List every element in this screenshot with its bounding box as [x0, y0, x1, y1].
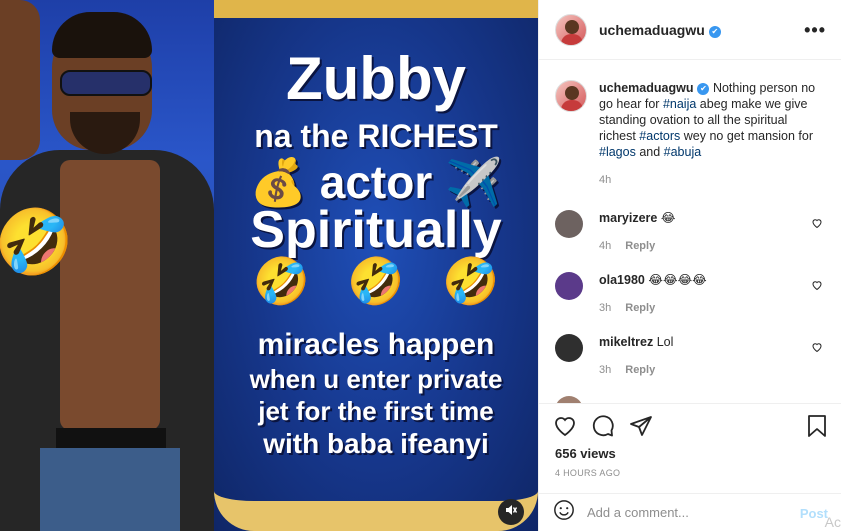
poster-line: Spiritually	[250, 201, 502, 259]
comment-body: ola1980 😂😂😂😂 3h Reply	[599, 272, 827, 316]
verified-badge-icon: ✔	[697, 83, 710, 95]
post-sidebar: uchemaduagwu ✔ ••• uchemaduagwu ✔ Nothing …	[538, 0, 841, 531]
username-text[interactable]: uchemaduagwu	[599, 22, 705, 38]
comment-time: 4h	[599, 240, 612, 252]
avatar[interactable]	[555, 13, 587, 46]
ad-overlay-text: Ac	[824, 514, 841, 530]
avatar[interactable]	[555, 80, 587, 112]
reply-button[interactable]: Reply	[625, 364, 655, 376]
avatar[interactable]	[555, 210, 583, 238]
rofl-emoji: 🤣	[252, 255, 310, 307]
post-header: uchemaduagwu ✔ •••	[539, 0, 841, 60]
rofl-emoji: 🤣	[0, 206, 74, 278]
comment-input[interactable]	[587, 505, 787, 520]
comment-icon[interactable]	[591, 414, 615, 443]
caption-body: uchemaduagwu ✔ Nothing person no go hear …	[599, 80, 827, 188]
photo-panel: 🤣	[0, 0, 214, 531]
poster-line: na the RICHEST	[254, 118, 498, 154]
comment-item: maryizere 😂 4h Reply	[555, 210, 827, 254]
mute-icon	[504, 503, 518, 522]
like-comment-icon[interactable]	[811, 278, 823, 296]
person-hair	[52, 12, 152, 58]
emoji-picker-icon[interactable]	[553, 499, 575, 526]
caption-text: wey no get mansion for	[680, 129, 814, 143]
avatar[interactable]	[555, 334, 583, 362]
person-belt	[56, 428, 166, 448]
comment-text: Lol	[656, 335, 674, 349]
avatar[interactable]	[555, 272, 583, 300]
person-chest	[60, 160, 160, 430]
save-bookmark-icon[interactable]	[806, 414, 828, 443]
like-comment-icon[interactable]	[811, 216, 823, 234]
share-icon[interactable]	[629, 414, 653, 443]
comment-text: 😂😂😂😂	[648, 273, 707, 287]
comment-body: mikeltrez Lol 3h Reply	[599, 334, 827, 378]
comment-body: maryizere 😂 4h Reply	[599, 210, 827, 254]
person-jeans	[40, 448, 180, 531]
hashtag-link[interactable]: #abuja	[664, 145, 702, 159]
hashtag-link[interactable]: #actors	[639, 129, 680, 143]
reply-button[interactable]: Reply	[625, 302, 655, 314]
comment-username[interactable]: maryizere	[599, 211, 657, 225]
view-count[interactable]: 656 views	[555, 446, 616, 461]
like-comment-icon[interactable]	[811, 340, 823, 358]
comment-meta: 3h Reply	[599, 362, 827, 378]
post-timestamp[interactable]: 4 HOURS AGO	[555, 468, 620, 478]
header-username[interactable]: uchemaduagwu ✔	[599, 22, 721, 38]
person-sunglasses	[60, 70, 152, 96]
post-media[interactable]: 🤣 Zubby na the RICHEST 💰 actor ✈️ Spirit…	[0, 0, 538, 531]
more-options-icon[interactable]: •••	[804, 20, 826, 41]
hashtag-link[interactable]: #lagos	[599, 145, 636, 159]
poster-line: with baba ifeanyi	[263, 428, 489, 459]
reply-button[interactable]: Reply	[625, 240, 655, 252]
person-arm	[0, 0, 40, 160]
comment-time: 3h	[599, 302, 612, 314]
hashtag-link[interactable]: #naija	[663, 97, 696, 111]
rofl-emoji: 🤣	[347, 255, 405, 307]
comment-meta: 3h Reply	[599, 300, 827, 316]
comment-username[interactable]: ola1980	[599, 273, 645, 287]
caption-time: 4h	[599, 174, 612, 186]
caption-text: and	[635, 145, 664, 159]
comments-list[interactable]: uchemaduagwu ✔ Nothing person no go hear …	[539, 60, 841, 403]
comment-time: 3h	[599, 364, 612, 376]
rofl-emoji: 🤣	[442, 255, 500, 307]
avatar[interactable]	[555, 396, 583, 403]
like-icon[interactable]	[553, 414, 577, 443]
comment-item: mikeltrez Lol 3h Reply	[555, 334, 827, 378]
action-icons	[553, 414, 653, 443]
poster-emoji-row: 🤣 🤣 🤣	[214, 258, 538, 304]
poster-line: Zubby	[286, 45, 466, 112]
comment-text: 😂	[660, 211, 676, 225]
comment-composer: Post	[539, 493, 841, 531]
poster-line: miracles happen	[257, 328, 495, 361]
mute-button[interactable]	[498, 499, 524, 525]
post-actions: 656 views 4 HOURS AGO	[539, 403, 841, 493]
poster-line: jet for the first time	[258, 396, 494, 426]
verified-badge-icon: ✔	[708, 25, 721, 38]
comment-username[interactable]: mikeltrez	[599, 335, 653, 349]
comment-item: ola1980 😂😂😂😂 3h Reply	[555, 272, 827, 316]
comment-meta: 4h Reply	[599, 238, 827, 254]
caption-username[interactable]: uchemaduagwu	[599, 81, 693, 95]
poster-line: when u enter private	[249, 364, 503, 394]
post-caption: uchemaduagwu ✔ Nothing person no go hear …	[555, 80, 827, 188]
